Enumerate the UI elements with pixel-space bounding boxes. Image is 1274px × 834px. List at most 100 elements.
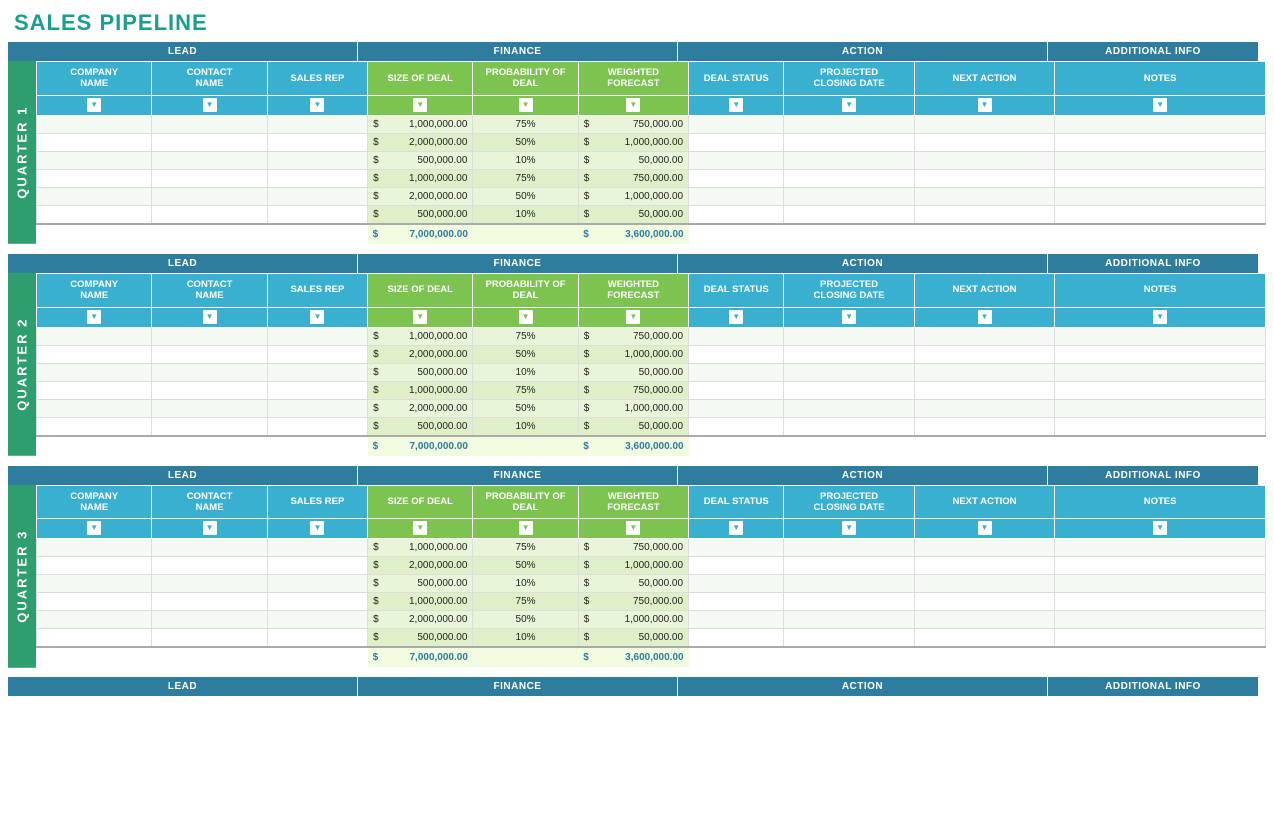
- dropdown-cell-6-q2[interactable]: ▼: [689, 307, 784, 327]
- proj-closing-cell[interactable]: [784, 611, 914, 629]
- weighted-forecast-cell[interactable]: $750,000.00: [578, 381, 688, 399]
- dropdown-arrow-9-q2[interactable]: ▼: [1153, 310, 1167, 324]
- company-cell[interactable]: [37, 151, 152, 169]
- next-action-cell[interactable]: [914, 327, 1054, 345]
- salesrep-cell[interactable]: [267, 611, 367, 629]
- proj-closing-cell[interactable]: [784, 593, 914, 611]
- notes-cell[interactable]: [1055, 327, 1266, 345]
- weighted-forecast-cell[interactable]: $50,000.00: [578, 629, 688, 648]
- salesrep-cell[interactable]: [267, 539, 367, 557]
- company-cell[interactable]: [37, 629, 152, 648]
- proj-closing-cell[interactable]: [784, 417, 914, 436]
- weighted-forecast-cell[interactable]: $750,000.00: [578, 593, 688, 611]
- next-action-cell[interactable]: [914, 381, 1054, 399]
- size-of-deal-cell[interactable]: $1,000,000.00: [368, 169, 473, 187]
- probability-cell[interactable]: 10%: [473, 363, 578, 381]
- notes-cell[interactable]: [1055, 611, 1266, 629]
- next-action-cell[interactable]: [914, 345, 1054, 363]
- company-cell[interactable]: [37, 133, 152, 151]
- next-action-cell[interactable]: [914, 169, 1054, 187]
- deal-status-cell[interactable]: [689, 169, 784, 187]
- salesrep-cell[interactable]: [267, 593, 367, 611]
- dropdown-arrow-0-q3[interactable]: ▼: [87, 521, 101, 535]
- proj-closing-cell[interactable]: [784, 133, 914, 151]
- dropdown-cell-7-q1[interactable]: ▼: [784, 95, 914, 115]
- proj-closing-cell[interactable]: [784, 151, 914, 169]
- dropdown-arrow-4-q2[interactable]: ▼: [519, 310, 533, 324]
- notes-cell[interactable]: [1055, 169, 1266, 187]
- company-cell[interactable]: [37, 611, 152, 629]
- contact-cell[interactable]: [152, 575, 267, 593]
- deal-status-cell[interactable]: [689, 575, 784, 593]
- notes-cell[interactable]: [1055, 381, 1266, 399]
- salesrep-cell[interactable]: [267, 575, 367, 593]
- next-action-cell[interactable]: [914, 205, 1054, 224]
- weighted-forecast-cell[interactable]: $50,000.00: [578, 363, 688, 381]
- contact-cell[interactable]: [152, 115, 267, 133]
- contact-cell[interactable]: [152, 345, 267, 363]
- probability-cell[interactable]: 75%: [473, 327, 578, 345]
- company-cell[interactable]: [37, 115, 152, 133]
- dropdown-cell-7-q2[interactable]: ▼: [784, 307, 914, 327]
- probability-cell[interactable]: 10%: [473, 629, 578, 648]
- size-of-deal-cell[interactable]: $2,000,000.00: [368, 187, 473, 205]
- dropdown-cell-7-q3[interactable]: ▼: [784, 519, 914, 539]
- weighted-forecast-cell[interactable]: $50,000.00: [578, 575, 688, 593]
- deal-status-cell[interactable]: [689, 629, 784, 648]
- deal-status-cell[interactable]: [689, 205, 784, 224]
- company-cell[interactable]: [37, 381, 152, 399]
- size-of-deal-cell[interactable]: $1,000,000.00: [368, 539, 473, 557]
- dropdown-arrow-5-q3[interactable]: ▼: [626, 521, 640, 535]
- size-of-deal-cell[interactable]: $2,000,000.00: [368, 345, 473, 363]
- company-cell[interactable]: [37, 417, 152, 436]
- probability-cell[interactable]: 10%: [473, 151, 578, 169]
- company-cell[interactable]: [37, 169, 152, 187]
- proj-closing-cell[interactable]: [784, 557, 914, 575]
- dropdown-arrow-8-q1[interactable]: ▼: [978, 98, 992, 112]
- salesrep-cell[interactable]: [267, 417, 367, 436]
- company-cell[interactable]: [37, 593, 152, 611]
- weighted-forecast-cell[interactable]: $1,000,000.00: [578, 611, 688, 629]
- dropdown-arrow-6-q2[interactable]: ▼: [729, 310, 743, 324]
- next-action-cell[interactable]: [914, 575, 1054, 593]
- contact-cell[interactable]: [152, 133, 267, 151]
- company-cell[interactable]: [37, 187, 152, 205]
- company-cell[interactable]: [37, 539, 152, 557]
- next-action-cell[interactable]: [914, 593, 1054, 611]
- probability-cell[interactable]: 50%: [473, 133, 578, 151]
- dropdown-cell-0-q2[interactable]: ▼: [37, 307, 152, 327]
- size-of-deal-cell[interactable]: $1,000,000.00: [368, 593, 473, 611]
- weighted-forecast-cell[interactable]: $1,000,000.00: [578, 187, 688, 205]
- deal-status-cell[interactable]: [689, 593, 784, 611]
- deal-status-cell[interactable]: [689, 539, 784, 557]
- deal-status-cell[interactable]: [689, 345, 784, 363]
- weighted-forecast-cell[interactable]: $1,000,000.00: [578, 345, 688, 363]
- proj-closing-cell[interactable]: [784, 205, 914, 224]
- notes-cell[interactable]: [1055, 629, 1266, 648]
- company-cell[interactable]: [37, 557, 152, 575]
- deal-status-cell[interactable]: [689, 187, 784, 205]
- probability-cell[interactable]: 75%: [473, 539, 578, 557]
- weighted-forecast-cell[interactable]: $750,000.00: [578, 169, 688, 187]
- contact-cell[interactable]: [152, 205, 267, 224]
- salesrep-cell[interactable]: [267, 151, 367, 169]
- weighted-forecast-cell[interactable]: $50,000.00: [578, 417, 688, 436]
- dropdown-arrow-8-q2[interactable]: ▼: [978, 310, 992, 324]
- probability-cell[interactable]: 10%: [473, 575, 578, 593]
- size-of-deal-cell[interactable]: $500,000.00: [368, 363, 473, 381]
- weighted-forecast-cell[interactable]: $1,000,000.00: [578, 557, 688, 575]
- dropdown-arrow-6-q1[interactable]: ▼: [729, 98, 743, 112]
- dropdown-cell-2-q2[interactable]: ▼: [267, 307, 367, 327]
- probability-cell[interactable]: 75%: [473, 115, 578, 133]
- dropdown-arrow-7-q2[interactable]: ▼: [842, 310, 856, 324]
- proj-closing-cell[interactable]: [784, 629, 914, 648]
- salesrep-cell[interactable]: [267, 557, 367, 575]
- notes-cell[interactable]: [1055, 187, 1266, 205]
- size-of-deal-cell[interactable]: $500,000.00: [368, 417, 473, 436]
- dropdown-arrow-2-q3[interactable]: ▼: [310, 521, 324, 535]
- contact-cell[interactable]: [152, 611, 267, 629]
- contact-cell[interactable]: [152, 381, 267, 399]
- proj-closing-cell[interactable]: [784, 327, 914, 345]
- size-of-deal-cell[interactable]: $500,000.00: [368, 575, 473, 593]
- notes-cell[interactable]: [1055, 539, 1266, 557]
